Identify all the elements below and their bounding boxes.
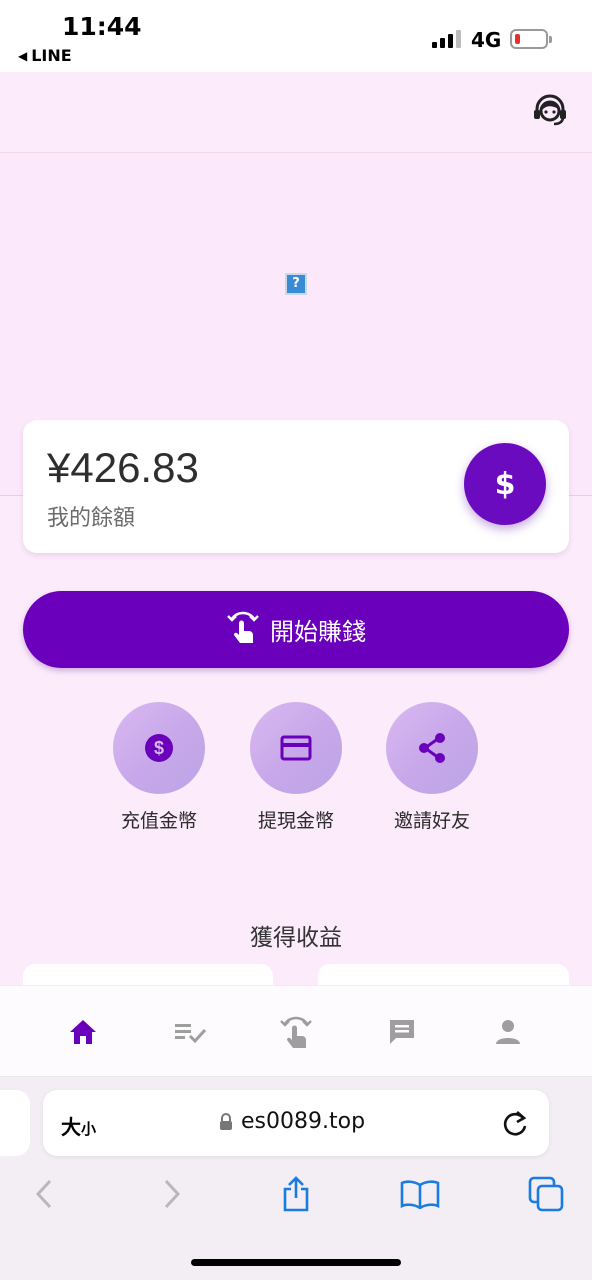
tab-messages[interactable] (382, 1012, 422, 1052)
start-earning-button[interactable]: 開始賺錢 (23, 591, 569, 668)
tab-home[interactable] (63, 1012, 103, 1052)
chevron-right-icon (164, 1179, 181, 1209)
share-button[interactable] (276, 1174, 316, 1214)
headset-icon[interactable] (532, 94, 568, 128)
start-earning-label: 開始賺錢 (270, 618, 366, 646)
reload-icon[interactable] (501, 1108, 529, 1138)
address-bar[interactable]: 大小 es0089.top (43, 1090, 549, 1156)
svg-text:$: $ (154, 738, 164, 758)
tab-tasks[interactable] (170, 1012, 210, 1052)
withdraw-circle[interactable] (250, 702, 342, 794)
text-size-big: 大 (61, 1115, 81, 1139)
balance-amount: ¥426.83 (47, 444, 199, 491)
tabs-icon (528, 1176, 564, 1212)
back-to-app-link[interactable]: ◀ LINE (18, 46, 72, 65)
invite-circle[interactable] (386, 702, 478, 794)
browser-toolbar: 大小 es0089.top (0, 1078, 592, 1280)
text-size-small: 小 (81, 1120, 97, 1138)
tab-profile[interactable] (488, 1012, 528, 1052)
forward-button[interactable] (152, 1174, 192, 1214)
balance-label: 我的餘額 (47, 506, 136, 531)
share-icon (419, 733, 445, 763)
battery-icon (510, 29, 552, 49)
text-size-button[interactable]: 大小 (61, 1111, 96, 1140)
bookmarks-button[interactable] (400, 1174, 440, 1214)
balance-card: ¥426.83 我的餘額 $ (23, 420, 569, 553)
chevron-left-icon (35, 1179, 52, 1209)
tap-gesture-icon (226, 609, 260, 651)
tabs-button[interactable] (526, 1174, 566, 1214)
network-type: 4G (471, 28, 502, 52)
lock-icon (220, 1112, 232, 1130)
person-icon (496, 1020, 520, 1044)
dollar-icon: $ (494, 466, 516, 502)
dollar-button[interactable]: $ (464, 443, 546, 525)
signal-icon (432, 30, 462, 48)
home-icon (70, 1020, 96, 1044)
invite-label: 邀請好友 (393, 810, 470, 832)
withdraw-coins-action[interactable]: 提現金幣 (241, 702, 351, 833)
recharge-label: 充值金幣 (120, 810, 197, 832)
share-upload-icon (283, 1176, 309, 1212)
withdraw-label: 提現金幣 (257, 810, 334, 832)
invite-friends-action[interactable]: 邀請好友 (377, 702, 487, 833)
message-icon (390, 1020, 414, 1044)
recharge-circle[interactable]: $ (113, 702, 205, 794)
task-list-icon (175, 1024, 207, 1044)
broken-image-icon: ? (285, 273, 307, 295)
url-text: es0089.top (241, 1109, 366, 1134)
earnings-section-title: 獲得收益 (250, 925, 342, 951)
dollar-circle-icon: $ (145, 734, 173, 762)
tab-earn[interactable] (276, 1012, 316, 1052)
url-display[interactable]: es0089.top (219, 1109, 365, 1134)
tap-gesture-icon (280, 1016, 312, 1048)
back-button[interactable] (24, 1174, 64, 1214)
credit-card-icon (280, 735, 312, 761)
status-bar: 11:44 ◀ LINE 4G (0, 0, 592, 72)
previous-tab-card[interactable] (0, 1090, 30, 1156)
home-indicator (191, 1259, 401, 1266)
bottom-tab-bar (0, 985, 592, 1077)
recharge-coins-action[interactable]: $ 充值金幣 (104, 702, 214, 833)
status-time: 11:44 (62, 12, 142, 41)
back-triangle-icon: ◀ (18, 48, 28, 63)
back-app-label: LINE (31, 46, 72, 65)
book-icon (400, 1180, 440, 1209)
